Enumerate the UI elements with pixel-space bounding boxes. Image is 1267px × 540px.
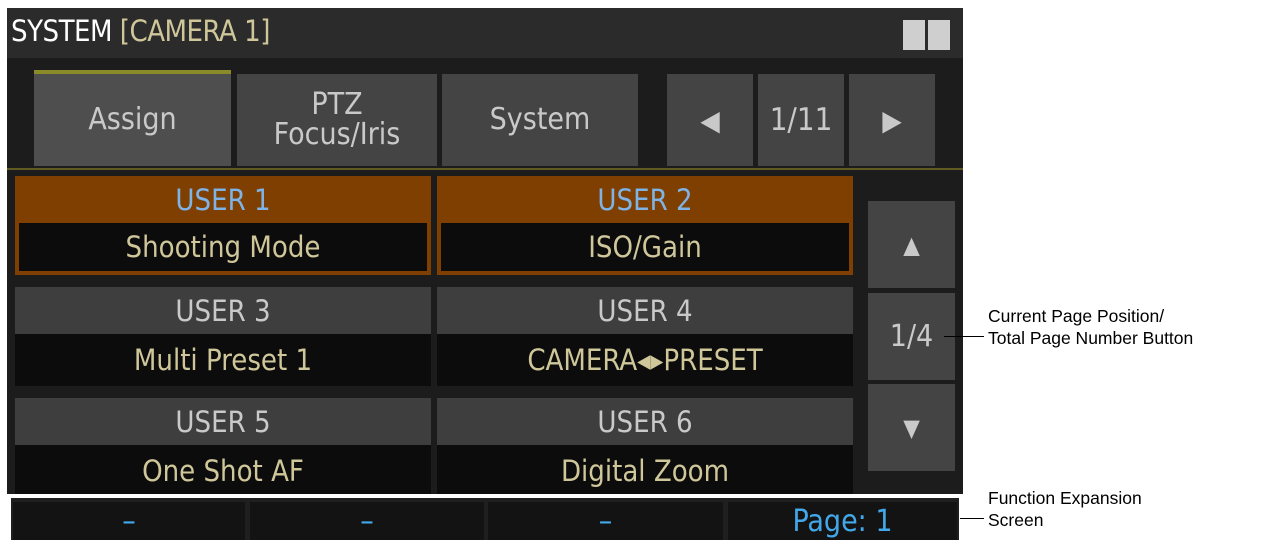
tab-label: Assign (88, 102, 177, 137)
user-slot-value: Digital Zoom (437, 445, 853, 497)
user-slot-value: Multi Preset 1 (15, 334, 431, 386)
user-slot-value: Shooting Mode (19, 223, 427, 271)
function-slot-label: – (598, 503, 613, 539)
user-slot-name: USER 3 (15, 287, 431, 334)
annotation-function-expansion: Function Expansion Screen (988, 487, 1142, 531)
function-slot-label: – (122, 503, 136, 539)
tab-label: System (489, 102, 591, 137)
annotation-leader-line (960, 518, 984, 519)
user-slot-2[interactable]: USER 2 ISO/Gain (437, 176, 853, 275)
annotation-leader-line (944, 336, 984, 337)
user-slot-name: USER 4 (437, 287, 853, 334)
scroll-up-button[interactable]: ▲ (868, 201, 955, 288)
annotation-line: Total Page Number Button (988, 328, 1194, 348)
function-slot-3[interactable]: – (488, 502, 723, 540)
tab-system[interactable]: System (442, 74, 638, 166)
user-slot-name: USER 5 (15, 398, 431, 445)
function-slot-page[interactable]: Page: 1 (728, 502, 957, 540)
user-slot-1[interactable]: USER 1 Shooting Mode (15, 176, 431, 275)
user-slot-3[interactable]: USER 3 Multi Preset 1 (15, 287, 431, 386)
page-title: SYSTEM [CAMERA 1] (11, 14, 270, 48)
title-camera: [CAMERA 1] (119, 14, 271, 48)
tab-divider (7, 168, 963, 170)
status-block-icon (928, 20, 950, 50)
user-slot-value: ISO/Gain (441, 223, 849, 271)
tab-label: PTZ Focus/Iris (273, 87, 401, 152)
function-expansion-screen: – – – Page: 1 (7, 494, 963, 540)
function-expansion-frame: – – – Page: 1 (11, 498, 959, 540)
user-slot-name: USER 1 (15, 176, 431, 223)
tab-ptz-focus-iris[interactable]: PTZ Focus/Iris (237, 74, 437, 166)
up-triangle-icon: ▲ (903, 230, 920, 259)
left-triangle-icon: ◀ (700, 103, 720, 137)
function-page-label: Page: 1 (792, 503, 893, 539)
title-bar: SYSTEM [CAMERA 1] (7, 8, 963, 58)
function-slot-label: – (360, 503, 374, 539)
prev-page-button[interactable]: ◀ (667, 74, 753, 166)
page-indicator-button[interactable]: 1/11 (758, 74, 844, 166)
user-slot-name: USER 6 (437, 398, 853, 445)
down-triangle-icon: ▼ (903, 413, 920, 442)
camera-menu-screen: SYSTEM [CAMERA 1] Assign PTZ Focus/Iris … (7, 8, 963, 540)
user-slot-4[interactable]: USER 4 CAMERA◂▸PRESET (437, 287, 853, 386)
user-slot-6[interactable]: USER 6 Digital Zoom (437, 398, 853, 497)
user-slot-value: One Shot AF (15, 445, 431, 497)
function-slot-2[interactable]: – (250, 502, 484, 540)
status-block-icon (903, 20, 925, 50)
page-indicator-label: 1/11 (769, 102, 833, 138)
user-slot-name: USER 2 (437, 176, 853, 223)
scroll-down-button[interactable]: ▼ (868, 384, 955, 471)
next-page-button[interactable]: ▶ (849, 74, 935, 166)
current-page-position-button[interactable]: 1/4 (868, 293, 955, 380)
tab-assign[interactable]: Assign (34, 74, 231, 166)
annotation-line: Current Page Position/ (988, 306, 1165, 326)
page-position-label: 1/4 (889, 319, 934, 354)
annotation-line: Function Expansion (988, 488, 1142, 508)
right-triangle-icon: ▶ (882, 103, 902, 137)
title-system: SYSTEM (11, 14, 113, 48)
user-slot-5[interactable]: USER 5 One Shot AF (15, 398, 431, 497)
annotation-page-position: Current Page Position/ Total Page Number… (988, 305, 1193, 349)
user-slot-value: CAMERA◂▸PRESET (437, 334, 853, 386)
function-slot-1[interactable]: – (13, 502, 245, 540)
annotation-line: Screen (988, 510, 1044, 530)
